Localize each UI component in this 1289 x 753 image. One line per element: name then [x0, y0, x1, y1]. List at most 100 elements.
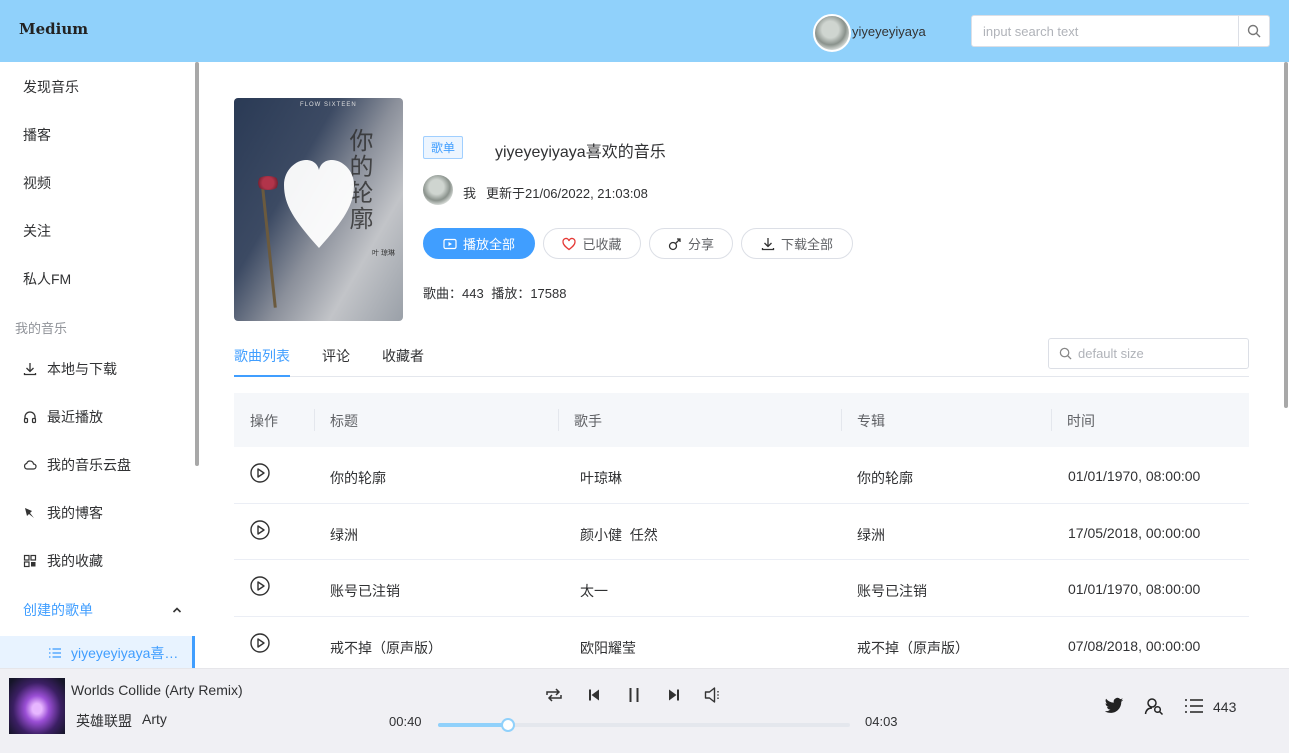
- song-title: 绿洲: [330, 526, 358, 543]
- song-time: 01/01/1970, 08:00:00: [1068, 581, 1201, 597]
- playlist-title: yiyeyeyiyaya喜欢的音乐: [495, 144, 666, 161]
- song-title: 账号已注销: [330, 583, 400, 599]
- tab-song-list[interactable]: 歌曲列表: [234, 346, 290, 366]
- sidebar-item-private-fm[interactable]: 私人FM: [23, 269, 71, 289]
- sidebar-item-label: 我的音乐云盘: [47, 457, 131, 473]
- table-header: 操作 标题 歌手 专辑 时间: [234, 393, 1249, 447]
- song-artist[interactable]: 叶琼琳: [580, 468, 622, 488]
- heart-icon: [284, 160, 354, 248]
- player-bar: Worlds Collide (Arty Remix) 英雄联盟 Arty 00…: [0, 668, 1289, 753]
- song-time: 01/01/1970, 08:00:00: [1068, 468, 1201, 484]
- song-album[interactable]: 你的轮廓: [857, 468, 913, 488]
- table-row[interactable]: 戒不掉（原声版） 欧阳耀莹 戒不掉（原声版） 07/08/2018, 00:00…: [234, 617, 1249, 669]
- song-time: 17/05/2018, 00:00:00: [1068, 524, 1201, 541]
- now-playing-artist[interactable]: Arty: [142, 711, 167, 727]
- sidebar-item-video[interactable]: 视频: [23, 173, 51, 193]
- now-playing-title[interactable]: Worlds Collide (Arty Remix): [71, 682, 243, 698]
- playlist-queue-button[interactable]: [1183, 695, 1205, 717]
- song-artist[interactable]: 太一: [580, 581, 608, 601]
- sidebar-item-podcast[interactable]: 播客: [23, 125, 51, 145]
- collected-button[interactable]: 已收藏: [543, 228, 641, 259]
- download-icon: [23, 362, 37, 376]
- sidebar-item-recent[interactable]: 最近播放: [23, 407, 103, 427]
- song-album[interactable]: 账号已注销: [857, 581, 927, 601]
- main-scrollbar[interactable]: [1284, 62, 1288, 408]
- sidebar-item-label: 创建的歌单: [23, 602, 93, 618]
- list-icon: [49, 648, 61, 658]
- song-search-input[interactable]: [1078, 346, 1238, 361]
- search-icon: [1247, 24, 1261, 38]
- column-header-artist: 歌手: [574, 413, 602, 429]
- table-row[interactable]: 账号已注销 太一 账号已注销 01/01/1970, 08:00:00: [234, 560, 1249, 617]
- progress-bar[interactable]: [438, 718, 850, 732]
- sidebar-item-label: yiyeyeyiyaya喜…: [71, 645, 179, 661]
- user-share-button[interactable]: [1143, 695, 1165, 717]
- download-all-button[interactable]: 下载全部: [741, 228, 853, 259]
- table-row[interactable]: 绿洲 颜小健 任然 绿洲 17/05/2018, 00:00:00: [234, 504, 1249, 560]
- share-button[interactable]: 分享: [649, 228, 733, 259]
- queue-count: 443: [1213, 699, 1237, 715]
- sidebar-item-playlist-liked[interactable]: yiyeyeyiyaya喜…: [0, 636, 195, 668]
- previous-button[interactable]: [584, 685, 604, 705]
- sidebar-item-label: 关注: [23, 223, 51, 239]
- play-circle-icon[interactable]: [250, 463, 270, 483]
- download-all-label: 下载全部: [780, 237, 833, 252]
- play-circle-icon[interactable]: [250, 632, 270, 653]
- sidebar-item-follow[interactable]: 关注: [23, 221, 51, 241]
- song-artist[interactable]: 颜小健 任然: [580, 525, 658, 545]
- sidebar-item-cloud[interactable]: 我的音乐云盘: [23, 455, 131, 475]
- now-playing-cover[interactable]: [9, 678, 65, 734]
- sidebar: 发现音乐 播客 视频 关注 私人FM 我的音乐 本地与下载 最近播放 我的音乐云…: [0, 62, 200, 668]
- song-artist[interactable]: 欧阳耀莹: [580, 638, 636, 658]
- brand-logo[interactable]: Medium: [19, 20, 88, 38]
- sidebar-item-local-download[interactable]: 本地与下载: [23, 359, 117, 379]
- tab-collectors[interactable]: 收藏者: [382, 346, 424, 366]
- collected-label: 已收藏: [582, 237, 622, 252]
- pause-button[interactable]: [624, 685, 644, 705]
- repeat-button[interactable]: [544, 685, 564, 705]
- sidebar-group-my-music: 我的音乐: [15, 321, 68, 336]
- song-table: 操作 标题 歌手 专辑 时间 你的轮廓 叶琼琳 你的轮廓 01/01/1970,…: [234, 393, 1249, 668]
- next-button[interactable]: [664, 685, 684, 705]
- search-input[interactable]: [972, 16, 1238, 46]
- play-all-button[interactable]: 播放全部: [423, 228, 535, 259]
- cover-brand-mark: FLOW SIXTEEN: [300, 102, 357, 108]
- playlist-owner[interactable]: 我: [463, 183, 476, 202]
- share-label: 分享: [687, 237, 714, 252]
- tab-comments[interactable]: 评论: [322, 346, 350, 366]
- active-indicator: [192, 636, 195, 668]
- tab-active-indicator: [234, 375, 290, 377]
- play-circle-icon[interactable]: [250, 576, 270, 596]
- song-album[interactable]: 绿洲: [857, 525, 885, 545]
- sidebar-item-label: 我的博客: [47, 505, 103, 521]
- volume-button[interactable]: [704, 685, 724, 705]
- sidebar-scrollbar[interactable]: [195, 62, 199, 466]
- song-title: 你的轮廓: [330, 470, 386, 486]
- song-search-box: [1048, 338, 1249, 369]
- search-button[interactable]: [1238, 16, 1269, 46]
- play-circle-icon[interactable]: [250, 519, 270, 540]
- owner-avatar[interactable]: [423, 175, 453, 205]
- progress-handle[interactable]: [501, 718, 516, 732]
- current-time: 00:40: [389, 714, 422, 729]
- sidebar-item-label: 最近播放: [47, 409, 103, 425]
- sidebar-item-collection[interactable]: 我的收藏: [23, 551, 103, 571]
- playlist-updated: 更新于21/06/2022, 21:03:08: [486, 186, 648, 201]
- play-count: 播放：17588: [491, 286, 567, 301]
- sidebar-created-playlists[interactable]: 创建的歌单: [23, 600, 183, 620]
- cover-flower: [256, 176, 280, 190]
- twitter-button[interactable]: [1103, 695, 1125, 717]
- repeat-icon: [546, 688, 562, 702]
- table-row[interactable]: 你的轮廓 叶琼琳 你的轮廓 01/01/1970, 08:00:00: [234, 447, 1249, 504]
- search-icon: [1059, 347, 1072, 360]
- column-divider: [558, 409, 559, 431]
- user-avatar[interactable]: [813, 14, 851, 52]
- song-album[interactable]: 戒不掉（原声版）: [857, 638, 969, 658]
- chevron-up-icon: [172, 607, 182, 613]
- sidebar-item-blog[interactable]: 我的博客: [23, 503, 103, 523]
- now-playing-album[interactable]: 英雄联盟: [76, 711, 132, 731]
- song-count: 歌曲：443: [423, 286, 484, 301]
- username[interactable]: yiyeyeyiyaya: [852, 24, 926, 39]
- sidebar-item-discover[interactable]: 发现音乐: [23, 77, 79, 97]
- top-header: Medium yiyeyeyiyaya: [0, 0, 1289, 62]
